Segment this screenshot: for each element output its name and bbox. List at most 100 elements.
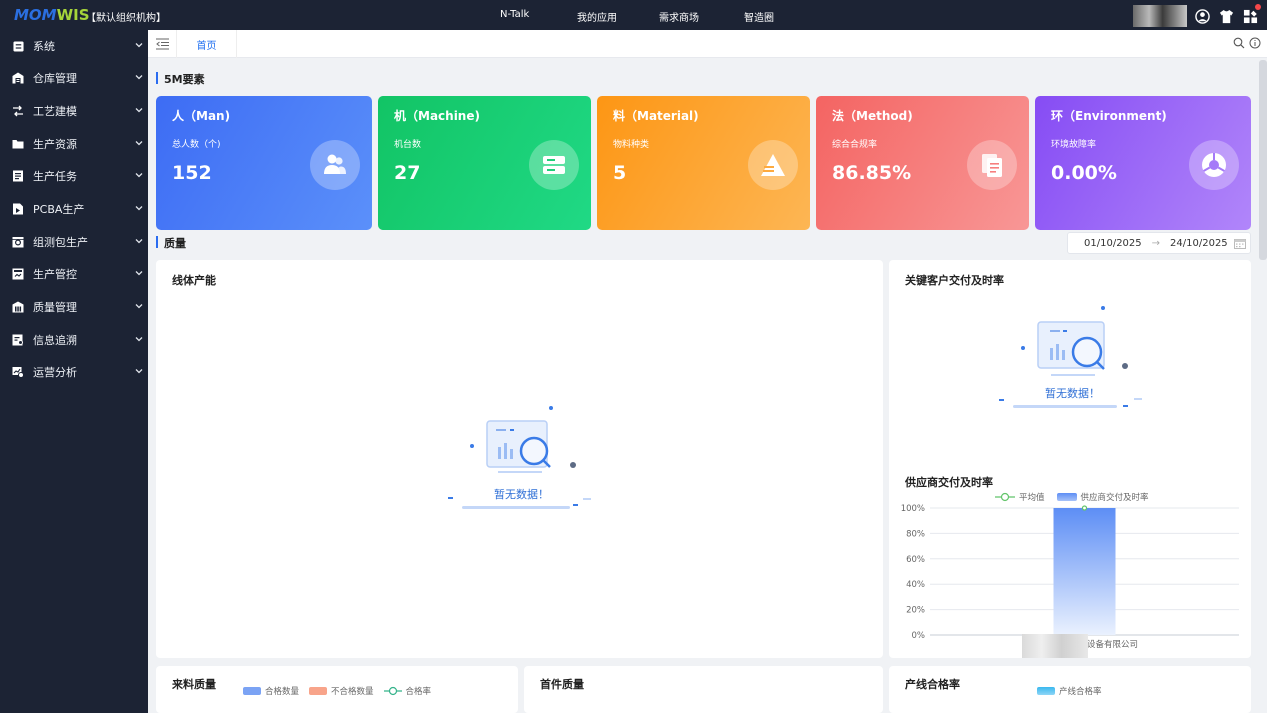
chevron-down-icon [135,369,143,374]
chevron-down-icon [135,108,143,113]
average-point[interactable] [1081,505,1088,511]
quality-icon [12,301,24,313]
legend-swatch-pass [243,687,261,695]
legend-label: 产线合格率 [1059,687,1102,697]
sidebar-item-label: 仓库管理 [33,72,77,85]
sidebar-item-assembly-test-pack[interactable]: 组测包生产 [0,226,148,258]
legend-line-marker [383,686,402,696]
sidebar: 系统 仓库管理 工艺建模 生产资源 生产任务 PCBA生产 组测包生产 生产管控 [0,30,148,713]
chevron-down-icon [135,271,143,276]
top-bar: MOMWIS 【默认组织机构】 N-Talk 我的应用 需求商场 智造圈 [0,0,1267,30]
system-icon [12,40,24,52]
sidebar-item-label: PCBA生产 [33,203,85,216]
legend-swatch-fail [309,687,328,695]
chart-legend: 产线合格率 [1037,685,1102,697]
user-icon[interactable] [1193,7,1211,25]
sidebar-item-system[interactable]: 系统 [0,30,148,62]
menu-collapse-icon[interactable] [156,38,169,50]
chart-legend: 合格数量 不合格数量 合格率 [243,685,431,697]
notification-dot [1255,4,1261,10]
info-icon[interactable] [1249,37,1261,49]
folder-icon [12,138,24,150]
section-title-5m: 5M要素 [156,71,205,87]
panel-title: 线体产能 [172,274,216,287]
control-icon [12,268,24,280]
chart-bar[interactable] [1053,508,1116,635]
chevron-down-icon [135,337,143,342]
environment-icon [1189,140,1239,190]
warehouse-icon [12,72,24,84]
sidebar-item-label: 生产管控 [33,268,77,281]
sidebar-item-quality-management[interactable]: 质量管理 [0,291,148,323]
apps-grid-icon[interactable] [1241,4,1261,25]
no-data-text: 暂无数据！ [494,488,549,501]
section-title-quality: 质量 [156,235,186,251]
sidebar-item-operations-analysis[interactable]: 运营分析 [0,356,148,388]
legend-swatch [1037,687,1055,695]
date-range-picker[interactable]: 01/10/2025 → 24/10/2025 [1067,232,1251,254]
kpi-card-man[interactable]: 人（Man) 总人数（个) 152 [156,96,372,230]
chevron-down-icon [135,75,143,80]
sidebar-item-pcba-production[interactable]: PCBA生产 [0,193,148,225]
arrow-right-icon: → [1151,237,1161,249]
topnav-smart-circle[interactable]: 智造圈 [744,9,774,24]
chevron-down-icon [135,43,143,48]
kpi-value: 27 [394,162,421,184]
date-range-end[interactable]: 24/10/2025 [1170,238,1228,249]
date-range-start[interactable]: 01/10/2025 [1084,238,1142,249]
tab-home[interactable]: 首页 [176,30,237,58]
panel-line-pass-rate: 产线合格率 产线合格率 [889,666,1251,713]
app-logo[interactable]: MOMWIS [14,6,90,24]
panel-title: 首件质量 [540,678,584,691]
people-icon [310,140,360,190]
shirt-icon[interactable] [1217,7,1235,25]
kpi-title: 料（Material) [613,109,699,123]
kpi-subtitle: 环境故障率 [1051,140,1097,150]
chevron-down-icon [135,304,143,309]
kpi-title: 机（Machine) [394,109,480,123]
panel-title: 产线合格率 [905,678,960,691]
kpi-title: 环（Environment) [1051,109,1167,123]
sidebar-item-label: 生产任务 [33,170,77,183]
topnav-ntalk[interactable]: N-Talk [500,9,529,20]
org-selector[interactable]: 【默认组织机构】 [86,9,166,24]
panel-first-article-quality: 首件质量 [524,666,883,713]
topnav-my-apps[interactable]: 我的应用 [577,9,617,24]
kpi-card-method[interactable]: 法（Method) 综合合规率 86.85% [816,96,1029,230]
kpi-card-material[interactable]: 料（Material) 物料种类 5 [597,96,810,230]
y-tick-label: 60% [906,555,925,565]
sidebar-item-traceability[interactable]: 信息追溯 [0,324,148,356]
topnav-demand-market[interactable]: 需求商场 [659,9,699,24]
logo-text-mom: MOM [14,6,57,24]
sidebar-item-production-resources[interactable]: 生产资源 [0,128,148,160]
sidebar-item-process-modeling[interactable]: 工艺建模 [0,95,148,127]
kpi-subtitle: 综合合规率 [832,140,878,150]
chevron-down-icon [135,141,143,146]
package-icon [12,236,24,248]
page-scrollbar[interactable] [1259,60,1267,260]
panel-title: 关键客户交付及时率 [905,274,1004,287]
sidebar-item-production-tasks[interactable]: 生产任务 [0,160,148,192]
sidebar-item-label: 组测包生产 [33,236,88,249]
legend-label: 合格数量 [265,687,300,697]
search-icon[interactable] [1233,37,1245,49]
kpi-card-machine[interactable]: 机（Machine) 机台数 27 [378,96,591,230]
sidebar-item-label: 运营分析 [33,366,77,379]
logo-text-wis: WIS [56,6,90,24]
panel-title: 来料质量 [172,678,216,691]
chevron-down-icon [135,173,143,178]
analysis-icon [12,366,24,378]
chevron-down-icon [135,239,143,244]
sidebar-item-production-control[interactable]: 生产管控 [0,258,148,290]
user-avatar-blurred[interactable] [1133,5,1187,27]
kpi-card-environment[interactable]: 环（Environment) 环境故障率 0.00% [1035,96,1251,230]
material-icon [748,140,798,190]
sidebar-item-warehouse[interactable]: 仓库管理 [0,62,148,94]
calendar-icon [1233,238,1246,249]
sidebar-item-label: 工艺建模 [33,105,77,118]
kpi-title: 人（Man) [172,109,231,123]
sidebar-item-label: 生产资源 [33,138,77,151]
trace-icon [12,334,24,346]
no-data-text: 暂无数据！ [1045,387,1100,400]
legend-label: 合格率 [405,687,432,697]
